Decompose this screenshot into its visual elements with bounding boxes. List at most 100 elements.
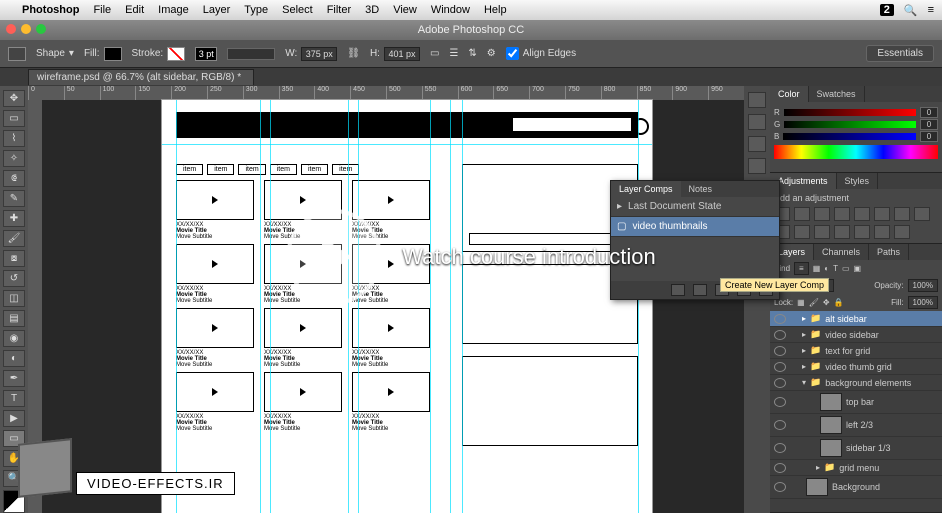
layer-comp-last-state[interactable]: ▸Last Document State	[611, 197, 779, 217]
color-spectrum[interactable]	[774, 145, 938, 159]
close-icon[interactable]	[6, 24, 16, 34]
eyedropper-tool[interactable]: ✎	[3, 190, 25, 207]
filter-pixel-icon[interactable]: ▦	[813, 264, 821, 273]
layer-row[interactable]: ▾📁background elements	[770, 375, 942, 391]
history-panel-icon[interactable]	[748, 92, 766, 108]
adj-levels-icon[interactable]	[794, 207, 810, 221]
history-brush-tool[interactable]: ↺	[3, 270, 25, 287]
cc-badge[interactable]: 2	[880, 4, 894, 16]
traffic-lights[interactable]	[6, 24, 46, 34]
minimize-icon[interactable]	[21, 24, 31, 34]
menu-layer[interactable]: Layer	[203, 4, 231, 16]
blur-tool[interactable]: ◉	[3, 330, 25, 347]
align-edges-checkbox[interactable]	[506, 47, 519, 60]
b-value[interactable]: 0	[920, 131, 938, 142]
layer-row[interactable]: ▸📁video sidebar	[770, 327, 942, 343]
lasso-tool[interactable]: ⌇	[3, 130, 25, 147]
adj-posterize-icon[interactable]	[834, 225, 850, 239]
filter-shape-icon[interactable]: ▭	[842, 264, 850, 273]
adj-gradmap-icon[interactable]	[874, 225, 890, 239]
g-slider[interactable]	[784, 121, 916, 128]
spotlight-icon[interactable]: 🔍	[904, 4, 918, 17]
tab-paths[interactable]: Paths	[869, 244, 909, 260]
r-value[interactable]: 0	[920, 107, 938, 118]
menubar-list-icon[interactable]: ≡	[928, 4, 934, 16]
eraser-tool[interactable]: ◫	[3, 290, 25, 307]
lc-prev-icon[interactable]	[671, 284, 685, 296]
adj-bw-icon[interactable]	[894, 207, 910, 221]
width-input[interactable]	[301, 47, 337, 61]
visibility-icon[interactable]	[774, 346, 786, 356]
visibility-icon[interactable]	[774, 362, 786, 372]
fill-input[interactable]: 100%	[908, 296, 938, 309]
stroke-style-select[interactable]	[227, 48, 275, 60]
move-tool[interactable]: ✥	[3, 90, 25, 107]
adj-curves-icon[interactable]	[814, 207, 830, 221]
ruler-horizontal[interactable]: 0501001502002503003504004505005506006507…	[28, 86, 744, 100]
stroke-width-input[interactable]: 3 pt	[195, 47, 217, 61]
overlay-text[interactable]: Watch course introduction	[402, 244, 656, 270]
visibility-icon[interactable]	[774, 443, 786, 453]
layer-row[interactable]: ▸📁alt sidebar	[770, 311, 942, 327]
menu-filter[interactable]: Filter	[327, 4, 351, 16]
layer-row[interactable]: ▸📁video thumb grid	[770, 359, 942, 375]
info-panel-icon[interactable]	[748, 158, 766, 174]
tab-notes[interactable]: Notes	[681, 181, 721, 197]
adj-lut-icon[interactable]	[794, 225, 810, 239]
r-slider[interactable]	[784, 109, 916, 116]
lock-pixels-icon[interactable]: 🖌	[809, 298, 819, 307]
adj-photo-filter-icon[interactable]	[914, 207, 930, 221]
menu-view[interactable]: View	[393, 4, 417, 16]
menu-type[interactable]: Type	[244, 4, 268, 16]
document-canvas[interactable]: itemitemitemitemitemitem XX/XX/XXMovie T…	[162, 100, 652, 513]
opacity-input[interactable]: 100%	[908, 279, 938, 292]
pen-tool[interactable]: ✒	[3, 370, 25, 387]
adj-threshold-icon[interactable]	[854, 225, 870, 239]
menu-select[interactable]: Select	[282, 4, 313, 16]
adj-vibrance-icon[interactable]	[854, 207, 870, 221]
lock-pos-icon[interactable]: ✥	[823, 298, 830, 307]
height-input[interactable]	[384, 47, 420, 61]
g-value[interactable]: 0	[920, 119, 938, 130]
tab-color[interactable]: Color	[770, 86, 809, 102]
filter-smart-icon[interactable]: ▣	[854, 264, 862, 273]
heal-tool[interactable]: ✚	[3, 210, 25, 227]
app-menu[interactable]: Photoshop	[22, 4, 79, 16]
actions-panel-icon[interactable]	[748, 114, 766, 130]
layer-row[interactable]: top bar	[770, 391, 942, 414]
visibility-icon[interactable]	[774, 378, 786, 388]
type-tool[interactable]: T	[3, 390, 25, 407]
layer-row[interactable]: sidebar 1/3	[770, 437, 942, 460]
menu-edit[interactable]: Edit	[125, 4, 144, 16]
menu-file[interactable]: File	[93, 4, 111, 16]
zoom-icon[interactable]	[36, 24, 46, 34]
gear-icon[interactable]: ⚙	[487, 48, 496, 59]
properties-panel-icon[interactable]	[748, 136, 766, 152]
tool-preset-select[interactable]: Shape	[36, 48, 65, 59]
adj-invert-icon[interactable]	[814, 225, 830, 239]
visibility-icon[interactable]	[774, 420, 786, 430]
layer-row[interactable]: ▸📁text for grid	[770, 343, 942, 359]
path-ops-icon[interactable]: ▭	[430, 48, 439, 59]
visibility-icon[interactable]	[774, 330, 786, 340]
tool-icon[interactable]	[8, 47, 26, 61]
layer-row[interactable]: Background	[770, 476, 942, 499]
path-select-tool[interactable]: ▶	[3, 410, 25, 427]
link-wh-icon[interactable]: ⛓	[347, 48, 360, 59]
menu-3d[interactable]: 3D	[365, 4, 379, 16]
visibility-icon[interactable]	[774, 482, 786, 492]
fill-swatch[interactable]	[104, 47, 122, 61]
b-slider[interactable]	[783, 133, 916, 140]
workspace-switcher[interactable]: Essentials	[866, 45, 934, 62]
filter-kind-select[interactable]: ≡	[794, 262, 809, 275]
path-arrange-icon[interactable]: ⇅	[468, 48, 476, 59]
layer-row[interactable]: ▸📁grid menu	[770, 460, 942, 476]
stamp-tool[interactable]: ⧇	[3, 250, 25, 267]
play-button[interactable]	[286, 209, 382, 305]
menu-image[interactable]: Image	[158, 4, 189, 16]
layer-comp-item[interactable]: ▢video thumbnails	[611, 217, 779, 237]
layer-row[interactable]: left 2/3	[770, 414, 942, 437]
adj-selcolor-icon[interactable]	[894, 225, 910, 239]
layer-list[interactable]: ▸📁alt sidebar▸📁video sidebar▸📁text for g…	[770, 311, 942, 512]
path-align-icon[interactable]: ☰	[449, 48, 458, 59]
